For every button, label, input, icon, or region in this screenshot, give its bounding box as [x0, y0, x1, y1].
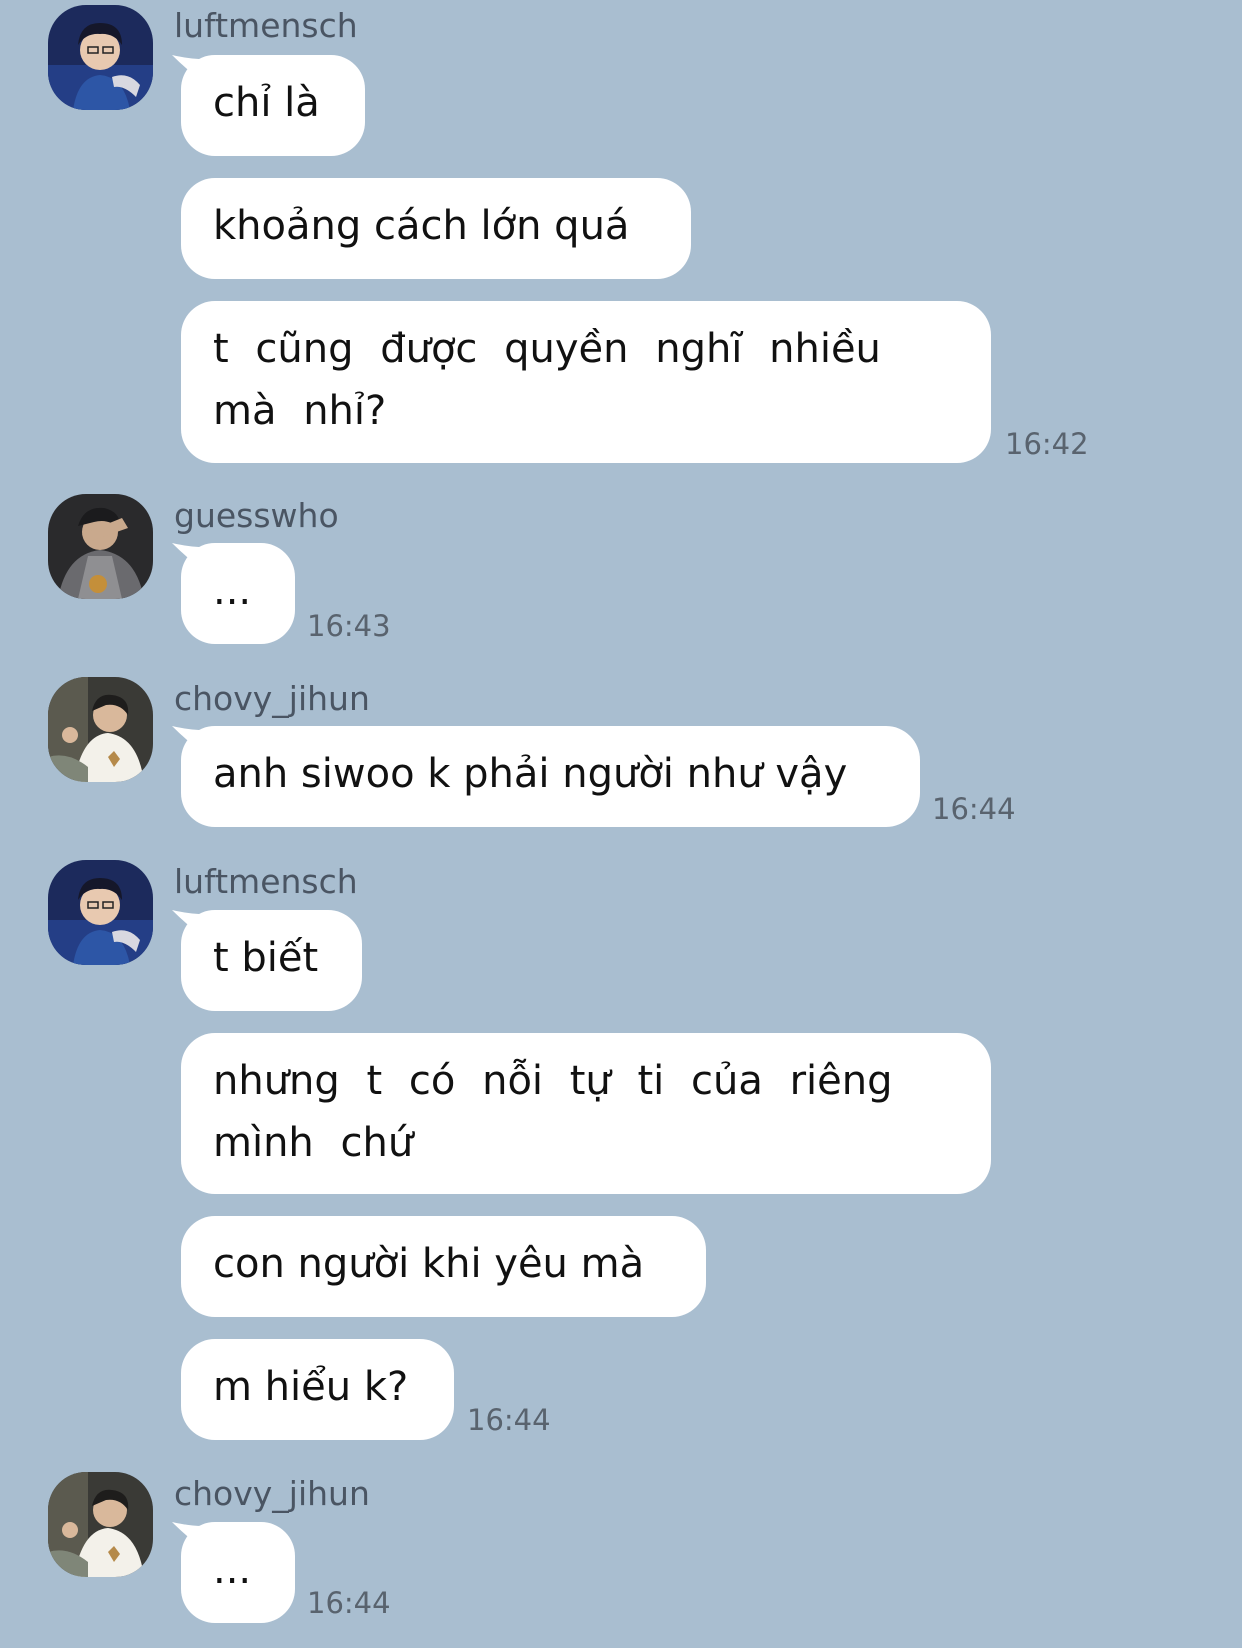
message-bubble[interactable]: anh siwoo k phải người như vậy — [181, 726, 920, 827]
avatar-luftmensch[interactable] — [48, 5, 153, 110]
message-time: 16:42 — [1005, 427, 1089, 461]
message-bubble[interactable]: ... — [181, 1522, 295, 1623]
message-time: 16:44 — [932, 792, 1016, 826]
message-bubble[interactable]: t cũng được quyền nghĩ nhiều mà nhỉ? — [181, 301, 991, 463]
message-bubble[interactable]: ... — [181, 543, 295, 644]
message-bubble[interactable]: chỉ là — [181, 55, 365, 156]
message-bubble[interactable]: con người khi yêu mà — [181, 1216, 706, 1317]
user-photo-icon — [48, 860, 153, 965]
avatar-chovy[interactable] — [48, 1472, 153, 1577]
sender-name: chovy_jihun — [174, 1474, 370, 1513]
sender-name: guesswho — [174, 496, 339, 535]
message-time: 16:44 — [307, 1586, 391, 1620]
sender-name: chovy_jihun — [174, 679, 370, 718]
avatar-chovy[interactable] — [48, 677, 153, 782]
user-photo-icon — [48, 1472, 153, 1577]
user-photo-icon — [48, 494, 153, 599]
sender-name: luftmensch — [174, 6, 358, 45]
avatar-guesswho[interactable] — [48, 494, 153, 599]
message-bubble[interactable]: t biết — [181, 910, 362, 1011]
message-time: 16:44 — [467, 1403, 551, 1437]
message-bubble[interactable]: nhưng t có nỗi tự ti của riêng mình chứ — [181, 1033, 991, 1194]
user-photo-icon — [48, 677, 153, 782]
message-bubble[interactable]: khoảng cách lớn quá — [181, 178, 691, 279]
message-bubble[interactable]: m hiểu k? — [181, 1339, 454, 1440]
avatar-luftmensch[interactable] — [48, 860, 153, 965]
sender-name: luftmensch — [174, 862, 358, 901]
message-time: 16:43 — [307, 609, 391, 643]
user-photo-icon — [48, 5, 153, 110]
